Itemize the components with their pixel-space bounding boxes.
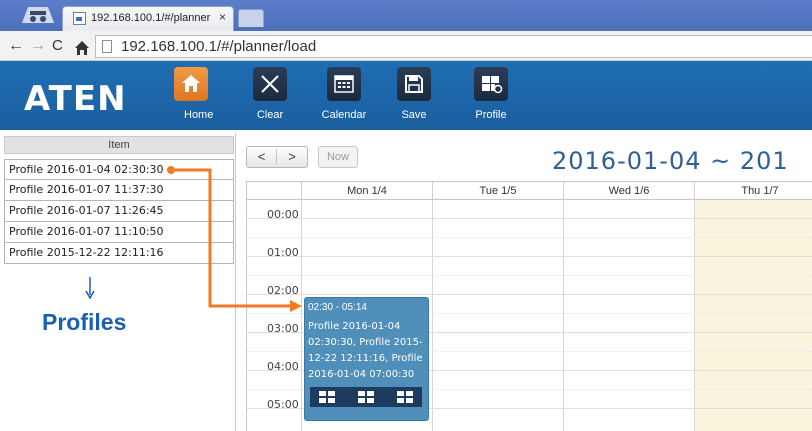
day-column-wed[interactable]	[564, 200, 695, 431]
layout-icon[interactable]	[396, 390, 414, 404]
address-bar: ← → C 192.168.100.1/#/planner/load	[0, 31, 812, 61]
calendar-button-label: Calendar	[321, 109, 367, 121]
browser-tab[interactable]: 192.168.100.1/#/planner ×	[62, 6, 234, 31]
now-button[interactable]: Now	[318, 146, 358, 168]
profiles-annotation-label: Profiles	[42, 309, 127, 335]
time-label: 04:00	[267, 360, 299, 373]
profile-panel: Item Profile 2016-01-04 02:30:30 Profile…	[0, 133, 236, 431]
incognito-icon	[22, 7, 54, 23]
scheduled-event[interactable]: 02:30 - 05:14 Profile 2016-01-04 02:30:3…	[304, 297, 429, 421]
home-icon	[174, 67, 208, 101]
date-range-title: 2016-01-04 ~ 201	[552, 147, 789, 175]
save-icon	[397, 67, 431, 101]
event-profiles-text: Profile 2016-01-04 02:30:30, Profile 201…	[308, 321, 423, 380]
save-button[interactable]: Save	[389, 65, 439, 127]
next-week-button[interactable]: >	[277, 149, 307, 164]
forward-arrow-icon[interactable]: →	[30, 36, 46, 56]
day-column-thu[interactable]	[695, 200, 812, 431]
time-label: 01:00	[267, 246, 299, 259]
url-input[interactable]: 192.168.100.1/#/planner/load	[95, 35, 812, 58]
clear-button[interactable]: Clear	[245, 65, 295, 127]
url-text: 192.168.100.1/#/planner/load	[121, 38, 317, 55]
profile-list-item[interactable]: Profile 2016-01-07 11:26:45	[4, 201, 234, 222]
event-icon-bar	[310, 387, 422, 407]
aten-logo: ATEN	[24, 79, 127, 119]
page-icon	[102, 40, 112, 53]
annotation-down-arrow-icon	[85, 277, 95, 299]
profile-list: Profile 2016-01-04 02:30:30 Profile 2016…	[4, 159, 234, 264]
calendar-button[interactable]: Calendar	[319, 65, 369, 127]
prev-week-button[interactable]: <	[247, 149, 277, 164]
profile-list-item[interactable]: Profile 2016-01-07 11:10:50	[4, 222, 234, 243]
time-label: 03:00	[267, 322, 299, 335]
hour-line	[247, 294, 812, 295]
calendar-nav: < >	[246, 146, 308, 168]
day-header-wed: Wed 1/6	[564, 182, 695, 200]
time-label: 00:00	[267, 208, 299, 221]
home-button[interactable]: Home	[166, 65, 216, 127]
favicon-icon	[73, 12, 86, 25]
day-column-tue[interactable]	[433, 200, 564, 431]
home-nav-icon[interactable]	[74, 38, 90, 58]
time-column-header	[247, 182, 302, 200]
calendar-icon	[327, 67, 361, 101]
event-time: 02:30 - 05:14	[308, 302, 367, 313]
back-arrow-icon[interactable]: ←	[8, 36, 24, 56]
profile-list-item[interactable]: Profile 2016-01-04 02:30:30	[4, 159, 234, 180]
time-column	[247, 200, 302, 431]
day-header-mon: Mon 1/4	[302, 182, 433, 200]
day-header-thu: Thu 1/7	[695, 182, 812, 200]
profile-icon	[474, 67, 508, 101]
profile-button-label: Profile	[475, 109, 507, 121]
close-icon	[253, 67, 287, 101]
hour-line	[247, 256, 812, 257]
time-label: 05:00	[267, 398, 299, 411]
tab-close-icon[interactable]: ×	[219, 10, 226, 24]
day-header-tue: Tue 1/5	[433, 182, 564, 200]
half-hour-line	[247, 237, 812, 238]
item-column-header: Item	[4, 136, 234, 154]
layout-icon[interactable]	[357, 390, 375, 404]
profile-button[interactable]: Profile	[466, 65, 516, 127]
clear-button-label: Clear	[256, 109, 284, 121]
half-hour-line	[247, 275, 812, 276]
browser-tab-bar: 192.168.100.1/#/planner ×	[0, 0, 812, 31]
profile-list-item[interactable]: Profile 2015-12-22 12:11:16	[4, 243, 234, 264]
app-toolbar: ATEN Home Clear Calendar Save Profile	[0, 61, 812, 130]
new-tab-button[interactable]	[238, 9, 264, 27]
profile-list-item[interactable]: Profile 2016-01-07 11:37:30	[4, 180, 234, 201]
layout-icon[interactable]	[318, 390, 336, 404]
time-label: 02:00	[267, 284, 299, 297]
hour-line	[247, 218, 812, 219]
tab-title: 192.168.100.1/#/planner	[91, 12, 211, 24]
home-button-label: Home	[184, 109, 214, 121]
save-button-label: Save	[401, 109, 427, 121]
reload-icon[interactable]: C	[52, 36, 63, 56]
